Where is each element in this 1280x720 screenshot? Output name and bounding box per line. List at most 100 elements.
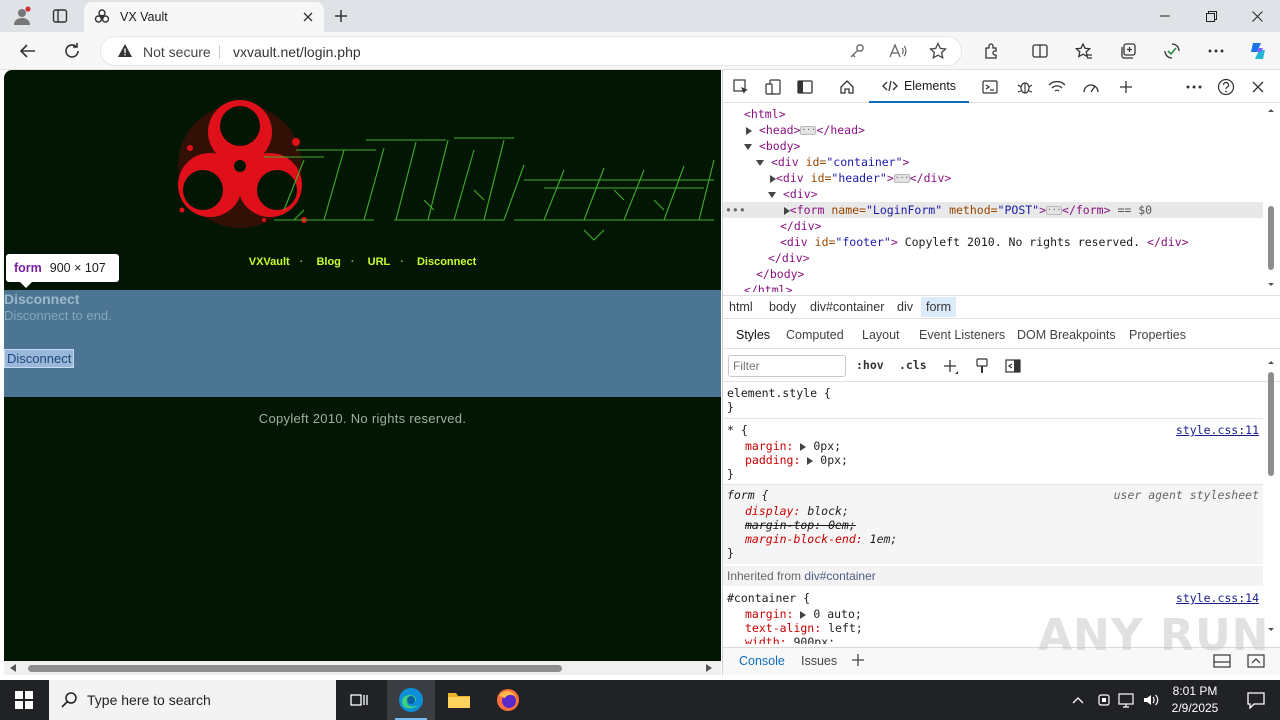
expand-arrow-icon[interactable] — [800, 442, 807, 451]
add-tool-icon[interactable] — [1113, 74, 1139, 100]
ellipsis-icon[interactable]: ··· — [893, 174, 910, 183]
bug-icon[interactable] — [1012, 74, 1038, 100]
devtools-more-icon[interactable] — [1181, 74, 1207, 100]
drawer-add-icon[interactable] — [851, 653, 865, 667]
security-label[interactable]: Not secure — [143, 44, 211, 60]
nav-link-vxvault[interactable]: VXVault — [249, 256, 290, 268]
expand-arrow-icon[interactable] — [800, 610, 807, 619]
dom-node-div-close[interactable]: </div> — [780, 218, 822, 234]
browser-tab[interactable]: VX Vault — [84, 2, 324, 32]
read-aloud-icon[interactable] — [889, 43, 907, 59]
ellipsis-icon[interactable]: ··· — [800, 126, 817, 135]
profile-icon[interactable] — [8, 4, 36, 28]
collapse-arrow-icon[interactable] — [756, 159, 764, 166]
breadcrumb-html[interactable]: html — [729, 300, 753, 314]
dom-node-div-close[interactable]: </div> — [768, 250, 810, 266]
dom-node-head[interactable]: <head>···</head> — [746, 122, 865, 138]
scroll-left-icon[interactable] — [10, 664, 16, 672]
taskbar-search-box[interactable]: Type here to search — [49, 680, 336, 720]
drawer-tab-issues[interactable]: Issues — [801, 654, 837, 668]
tab-properties[interactable]: Properties — [1129, 328, 1186, 342]
task-view-icon[interactable] — [336, 680, 384, 720]
scroll-right-icon[interactable] — [706, 664, 712, 672]
breadcrumb-body[interactable]: body — [769, 300, 796, 314]
new-style-rule-icon[interactable] — [943, 359, 959, 375]
tab-elements[interactable]: Elements — [869, 70, 969, 103]
performance-icon[interactable] — [1078, 74, 1104, 100]
tab-layout[interactable]: Layout — [862, 328, 900, 342]
collapse-arrow-icon[interactable] — [768, 191, 776, 198]
overridden-declaration[interactable]: margin-top: 0em; — [745, 518, 856, 532]
tab-styles[interactable]: Styles — [736, 328, 771, 342]
css-declaration[interactable]: margin: 0px; — [745, 439, 841, 453]
breadcrumb-div[interactable]: div — [897, 300, 913, 314]
dock-side-icon[interactable] — [792, 74, 818, 100]
dom-node-div-header[interactable]: <div id="header">···</div> — [770, 170, 951, 186]
paint-brush-icon[interactable] — [975, 358, 989, 374]
edge-taskbar-icon[interactable] — [387, 680, 435, 720]
notifications-icon[interactable] — [1232, 680, 1280, 720]
favorite-star-icon[interactable] — [929, 42, 947, 60]
inspect-element-icon[interactable] — [728, 74, 754, 100]
nav-link-disconnect[interactable]: Disconnect — [417, 256, 476, 268]
dom-node-html[interactable]: <html> — [744, 106, 786, 122]
css-declaration[interactable]: width: 900px; — [745, 635, 835, 644]
horizontal-scrollbar[interactable] — [4, 661, 721, 675]
network-wifi-icon[interactable] — [1044, 74, 1070, 100]
element-style-selector[interactable]: element.style { — [727, 386, 831, 400]
expand-arrow-icon[interactable] — [746, 126, 752, 135]
new-tab-icon[interactable] — [327, 4, 355, 28]
volume-icon[interactable] — [1138, 680, 1164, 720]
dom-node-form-selected[interactable]: ••• <form name="LoginForm" method="POST">… — [723, 202, 1263, 218]
breadcrumb-form[interactable]: form — [921, 297, 956, 317]
extensions-icon[interactable] — [977, 37, 1007, 65]
tab-computed[interactable]: Computed — [786, 328, 844, 342]
address-bar[interactable]: Not secure vxvault.net/login.php — [100, 36, 962, 66]
drawer-tab-console[interactable]: Console — [739, 654, 785, 668]
help-icon[interactable] — [1213, 74, 1239, 100]
refresh-icon[interactable] — [57, 37, 87, 65]
firefox-icon[interactable] — [484, 680, 532, 720]
network-icon[interactable] — [1114, 680, 1140, 720]
styles-filter-input[interactable] — [728, 355, 846, 377]
close-devtools-icon[interactable] — [1245, 74, 1271, 100]
dom-node-html-close[interactable]: </html> — [744, 282, 792, 292]
collapse-arrow-icon[interactable] — [744, 143, 752, 150]
windows-start-icon[interactable] — [0, 680, 48, 720]
tray-chevron-icon[interactable] — [1066, 680, 1090, 720]
nav-link-url[interactable]: URL — [368, 256, 391, 268]
console-icon[interactable] — [977, 74, 1003, 100]
css-declaration[interactable]: margin: 0 auto; — [745, 607, 862, 621]
close-tab-icon[interactable] — [298, 7, 318, 27]
css-declaration[interactable]: padding: 0px; — [745, 453, 848, 467]
file-explorer-icon[interactable] — [435, 680, 483, 720]
dom-node-body-close[interactable]: </body> — [756, 266, 804, 282]
browser-essentials-icon[interactable] — [1157, 37, 1187, 65]
css-declaration[interactable]: text-align: left; — [745, 621, 863, 635]
css-declaration[interactable]: display: block; — [745, 504, 849, 518]
expand-arrow-icon[interactable] — [807, 456, 814, 465]
styles-scrollbar[interactable] — [1265, 358, 1277, 638]
dom-tree-scrollbar[interactable] — [1265, 106, 1277, 292]
tab-actions-icon[interactable] — [46, 4, 74, 28]
ellipsis-icon[interactable]: ··· — [1046, 206, 1063, 215]
hover-state-toggle[interactable]: :hov — [856, 358, 884, 372]
tray-device-icon[interactable] — [1092, 680, 1116, 720]
star-selector[interactable]: * { — [727, 423, 748, 437]
breadcrumb-div-container[interactable]: div#container — [810, 300, 884, 314]
collections-icon[interactable] — [1113, 37, 1143, 65]
scrollbar-thumb[interactable] — [28, 665, 562, 672]
device-emulation-icon[interactable] — [760, 74, 786, 100]
tab-dom-breakpoints[interactable]: DOM Breakpoints — [1017, 328, 1116, 342]
disconnect-link[interactable]: Disconnect — [4, 349, 75, 368]
close-window-icon[interactable] — [1234, 0, 1280, 32]
inherited-source-link[interactable]: div#container — [804, 569, 875, 583]
container-selector[interactable]: #container { — [727, 591, 810, 605]
split-screen-icon[interactable] — [1025, 37, 1055, 65]
favorites-icon[interactable] — [1069, 37, 1099, 65]
tab-event-listeners[interactable]: Event Listeners — [919, 328, 1005, 342]
restore-icon[interactable] — [1188, 0, 1234, 32]
class-toggle[interactable]: .cls — [899, 358, 927, 372]
dom-node-div-footer[interactable]: <div id="footer"> Copyleft 2010. No righ… — [780, 234, 1189, 250]
dom-node-body[interactable]: <body> — [744, 138, 800, 154]
